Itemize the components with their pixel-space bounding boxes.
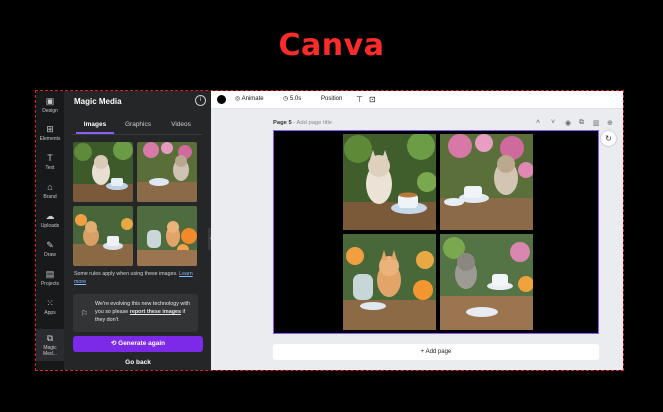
rules-notice: Some rules apply when using these images…	[74, 271, 200, 286]
generate-again-label: Generate again	[118, 340, 166, 347]
report-images-link[interactable]: report these images	[130, 309, 181, 315]
duration-label: 5.0s	[289, 96, 302, 102]
lock-icon[interactable]: ⊡	[369, 91, 376, 108]
clock-icon: ◷	[283, 96, 289, 102]
rail-item-label: Brand	[43, 194, 57, 200]
duration-button[interactable]: ◷ 5.0s	[283, 91, 301, 108]
paint-roller-icon[interactable]: ⊤	[356, 91, 363, 108]
rail-item-projects[interactable]: ▤ Projects	[36, 269, 64, 287]
animate-button[interactable]: ◎ Animate	[235, 91, 264, 108]
rail-item-label: Design	[42, 108, 58, 114]
brand-icon: ⌂	[47, 182, 53, 192]
canva-editor-window: ▣ Design ⊞ Elements T Text ⌂ Brand ☁ Upl…	[35, 90, 624, 371]
rail-item-label: Draw	[44, 252, 56, 258]
rules-text: Some rules apply when using these images…	[74, 271, 178, 277]
canvas-image[interactable]	[343, 134, 436, 230]
add-page-icon[interactable]: ⊕	[607, 119, 613, 127]
editor-toolbar: ◎ Animate ◷ 5.0s Position ⊤ ⊡	[211, 91, 623, 109]
animate-label: Animate	[241, 96, 264, 102]
rail-item-label: Projects	[40, 281, 60, 287]
refresh-icon[interactable]: ↻	[601, 131, 616, 146]
rail-item-label: Elements	[39, 136, 61, 142]
tab-videos[interactable]: Videos	[161, 121, 201, 128]
rail-item-brand[interactable]: ⌂ Brand	[36, 182, 64, 200]
page-number: Page 5	[273, 120, 292, 126]
media-tabs: Images Graphics Videos	[64, 121, 211, 135]
editor-area: ◎ Animate ◷ 5.0s Position ⊤ ⊡ Page 5 - A…	[211, 91, 623, 370]
draw-icon: ✎	[46, 240, 54, 250]
rail-item-magic-media[interactable]: ⧉ Magic Med...	[36, 329, 64, 361]
rail-item-label: Text	[45, 165, 55, 171]
go-back-button[interactable]: Go back	[73, 356, 203, 370]
regenerate-icon: ⟲	[110, 340, 117, 347]
color-swatch[interactable]	[217, 95, 226, 104]
canvas-image[interactable]	[440, 234, 533, 330]
tab-graphics[interactable]: Graphics	[118, 121, 158, 128]
tab-images[interactable]: Images	[75, 121, 115, 128]
feedback-notice: ⚐ We're evolving this new technology wit…	[73, 294, 198, 332]
apps-icon: ⁙	[46, 298, 54, 308]
design-canvas[interactable]	[273, 130, 599, 334]
rail-item-elements[interactable]: ⊞ Elements	[36, 124, 64, 142]
notice-text: We're evolving this new technology with …	[95, 300, 195, 324]
projects-icon: ▤	[45, 269, 55, 279]
move-page-down-icon[interactable]: ˅	[551, 119, 555, 126]
visibility-icon[interactable]: ◉	[565, 119, 571, 127]
rail-item-text[interactable]: T Text	[36, 153, 64, 171]
info-icon[interactable]: i	[195, 95, 206, 106]
rail-item-label: Uploads	[40, 223, 60, 229]
canvas-image[interactable]	[343, 234, 436, 330]
tabs-divider	[72, 134, 202, 135]
magic-media-icon: ⧉	[46, 333, 54, 343]
animate-icon: ◎	[235, 96, 241, 102]
design-icon: ▣	[45, 96, 55, 106]
canvas-image[interactable]	[440, 134, 533, 230]
rail-item-uploads[interactable]: ☁ Uploads	[36, 211, 64, 229]
add-page-button[interactable]: + Add page	[273, 344, 599, 360]
position-button[interactable]: Position	[321, 91, 342, 108]
magic-media-panel: Magic Media i Images Graphics Videos Som…	[64, 91, 237, 370]
elements-icon: ⊞	[46, 124, 54, 134]
rail-item-draw[interactable]: ✎ Draw	[36, 240, 64, 258]
generated-image-thumbnail[interactable]	[73, 142, 133, 202]
panel-title: Magic Media	[74, 97, 122, 106]
generated-image-thumbnail[interactable]	[137, 142, 197, 202]
side-rail: ▣ Design ⊞ Elements T Text ⌂ Brand ☁ Upl…	[36, 91, 64, 370]
flag-icon: ⚐	[81, 309, 89, 318]
duplicate-page-icon[interactable]: ⧉	[579, 119, 584, 127]
rail-item-label: Magic Med...	[43, 345, 57, 357]
move-page-up-icon[interactable]: ˄	[536, 119, 540, 126]
delete-page-icon[interactable]: ▥	[593, 119, 600, 127]
text-icon: T	[47, 153, 53, 163]
page-title-input[interactable]: - Add page title	[293, 120, 332, 126]
generated-image-thumbnail[interactable]	[137, 206, 197, 266]
rail-item-design[interactable]: ▣ Design	[36, 96, 64, 114]
page-label: Page 5 - Add page title	[273, 120, 332, 126]
generated-image-thumbnail[interactable]	[73, 206, 133, 266]
rail-item-apps[interactable]: ⁙ Apps	[36, 298, 64, 316]
rail-item-label: Apps	[44, 310, 56, 316]
canva-banner-title: Canva	[278, 28, 385, 63]
generate-again-button[interactable]: ⟲ Generate again	[73, 336, 203, 352]
uploads-icon: ☁	[45, 211, 55, 221]
